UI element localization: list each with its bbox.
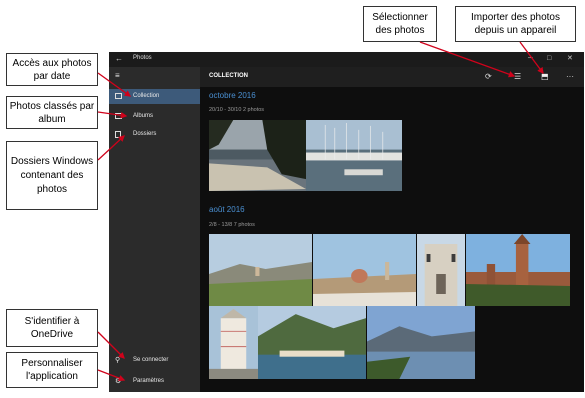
callout-arrows [97,41,544,382]
